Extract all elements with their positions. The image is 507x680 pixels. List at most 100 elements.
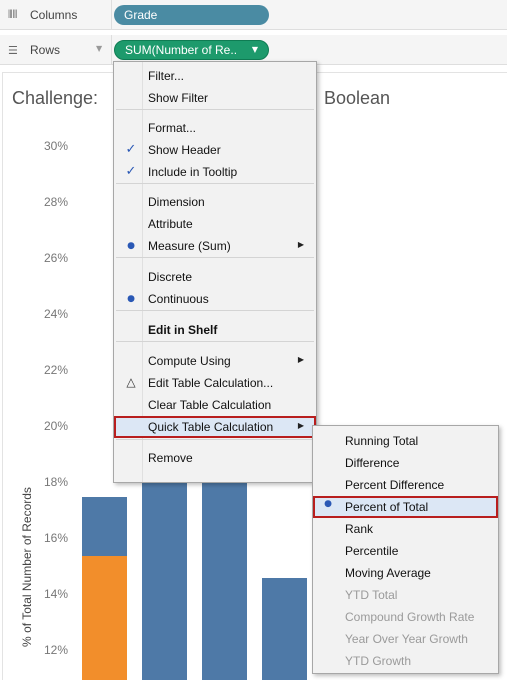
y-tick-label: 14% bbox=[43, 587, 68, 601]
grade-pill[interactable]: Grade bbox=[114, 5, 269, 25]
menu-item-label: Continuous bbox=[148, 292, 209, 306]
columns-icon: ⫴⫴ bbox=[8, 8, 18, 21]
submenu-item-ytd-growth: YTD Growth bbox=[313, 650, 498, 672]
bar-2-segment-blue[interactable] bbox=[142, 477, 187, 680]
sheet-title-left: Challenge: bbox=[12, 88, 99, 108]
menu-item-format[interactable]: Format... bbox=[114, 117, 316, 139]
sum-number-of-records-pill[interactable]: SUM(Number of Re.. ▼ bbox=[114, 40, 269, 60]
y-tick-label: 18% bbox=[43, 475, 68, 489]
menu-item-label: Attribute bbox=[148, 217, 193, 231]
submenu-item-compound-growth-rate: Compound Growth Rate bbox=[313, 606, 498, 628]
submenu-arrow-icon: ▶ bbox=[297, 240, 304, 249]
columns-shelf-label: ⫴⫴ Columns bbox=[0, 0, 112, 30]
quick-table-calculation-submenu: Running Total Difference Percent Differenc… bbox=[312, 425, 499, 674]
columns-shelf: ⫴⫴ Columns Grade bbox=[0, 0, 507, 30]
menu-item-edit-table-calculation[interactable]: △ Edit Table Calculation... bbox=[114, 372, 316, 394]
rows-label: Rows bbox=[30, 43, 61, 57]
submenu-item-label: Rank bbox=[345, 522, 374, 536]
menu-item-compute-using[interactable]: Compute Using ▶ bbox=[114, 350, 316, 372]
submenu-item-difference[interactable]: Difference bbox=[313, 452, 498, 474]
bar-1-segment-blue[interactable] bbox=[82, 497, 127, 556]
submenu-item-label: Compound Growth Rate bbox=[345, 610, 475, 624]
submenu-item-running-total[interactable]: Running Total bbox=[313, 430, 498, 452]
grade-pill-label: Grade bbox=[124, 8, 158, 22]
menu-item-label: Dimension bbox=[148, 195, 205, 209]
checkmark-icon: ✓ bbox=[125, 142, 137, 157]
submenu-item-ytd-total: YTD Total bbox=[313, 584, 498, 606]
submenu-item-percentile[interactable]: Percentile bbox=[313, 540, 498, 562]
delta-icon: △ bbox=[126, 375, 136, 389]
menu-item-label: Discrete bbox=[148, 270, 193, 284]
menu-item-include-in-tooltip[interactable]: ✓ Include in Tooltip bbox=[114, 161, 316, 183]
y-tick-label: 30% bbox=[43, 139, 68, 153]
submenu-item-label: YTD Total bbox=[345, 588, 398, 602]
menu-separator bbox=[116, 183, 314, 184]
submenu-item-percent-difference[interactable]: Percent Difference bbox=[313, 474, 498, 496]
menu-item-label: Filter... bbox=[148, 69, 185, 83]
y-tick-label: 16% bbox=[43, 531, 68, 545]
menu-item-label: Compute Using bbox=[148, 354, 231, 368]
submenu-item-percent-of-total[interactable]: ● Percent of Total bbox=[313, 496, 498, 518]
menu-item-edit-in-shelf[interactable]: Edit in Shelf bbox=[114, 319, 316, 341]
submenu-item-label: Running Total bbox=[345, 434, 419, 448]
menu-item-label: Remove bbox=[148, 451, 193, 465]
field-context-menu: Filter... Show Filter Format... ✓ Show Heade… bbox=[113, 61, 317, 483]
submenu-arrow-icon: ▶ bbox=[297, 421, 304, 430]
menu-item-label: Show Header bbox=[148, 143, 221, 157]
menu-item-filter[interactable]: Filter... bbox=[114, 65, 316, 87]
radio-dot-icon: ● bbox=[127, 241, 135, 251]
menu-item-remove[interactable]: Remove bbox=[114, 447, 316, 469]
submenu-item-label: Percent Difference bbox=[345, 478, 445, 492]
submenu-item-label: YTD Growth bbox=[345, 654, 412, 668]
menu-item-show-header[interactable]: ✓ Show Header bbox=[114, 139, 316, 161]
bar-1-segment-orange[interactable] bbox=[82, 555, 127, 680]
y-tick-label: 20% bbox=[43, 419, 68, 433]
checkmark-icon: ✓ bbox=[125, 164, 137, 179]
columns-label: Columns bbox=[30, 8, 78, 22]
submenu-item-label: Percent of Total bbox=[345, 500, 429, 514]
radio-dot-icon: ● bbox=[324, 499, 332, 509]
menu-item-continuous[interactable]: ● Continuous bbox=[114, 288, 316, 310]
pill-dropdown-icon[interactable]: ▼ bbox=[252, 45, 258, 54]
y-tick-label: 24% bbox=[43, 307, 68, 321]
submenu-arrow-icon: ▶ bbox=[297, 355, 304, 364]
submenu-item-label: Percentile bbox=[345, 544, 399, 558]
menu-item-label: Quick Table Calculation bbox=[148, 420, 274, 434]
rows-shelf-label: ☰ Rows ▼ bbox=[0, 35, 112, 65]
menu-separator bbox=[116, 257, 314, 258]
menu-item-label: Measure (Sum) bbox=[148, 239, 231, 253]
submenu-item-label: Year Over Year Growth bbox=[345, 632, 468, 646]
y-tick-label: 12% bbox=[43, 643, 68, 657]
menu-item-dimension[interactable]: Dimension bbox=[114, 191, 316, 213]
rows-shelf-dropdown-icon[interactable]: ▼ bbox=[96, 44, 102, 53]
y-axis-label: % of Total Number of Records bbox=[20, 487, 34, 647]
bar-3-segment-blue[interactable] bbox=[202, 477, 247, 680]
menu-item-attribute[interactable]: Attribute bbox=[114, 213, 316, 235]
y-tick-label: 22% bbox=[43, 363, 68, 377]
menu-item-label: Show Filter bbox=[148, 91, 209, 105]
menu-item-show-filter[interactable]: Show Filter bbox=[114, 87, 316, 109]
menu-separator bbox=[116, 439, 314, 440]
submenu-item-label: Moving Average bbox=[345, 566, 431, 580]
menu-item-label: Edit Table Calculation... bbox=[148, 376, 274, 390]
menu-item-measure-sum[interactable]: ● Measure (Sum) ▶ bbox=[114, 235, 316, 257]
menu-item-label: Format... bbox=[148, 121, 197, 135]
submenu-item-moving-average[interactable]: Moving Average bbox=[313, 562, 498, 584]
menu-item-label: Clear Table Calculation bbox=[148, 398, 272, 412]
menu-item-quick-table-calculation[interactable]: Quick Table Calculation ▶ bbox=[114, 416, 316, 438]
menu-separator bbox=[116, 310, 314, 311]
submenu-item-label: Difference bbox=[345, 456, 400, 470]
menu-separator bbox=[116, 109, 314, 110]
submenu-item-rank[interactable]: Rank bbox=[313, 518, 498, 540]
menu-item-clear-table-calculation[interactable]: Clear Table Calculation bbox=[114, 394, 316, 416]
y-tick-label: 26% bbox=[43, 251, 68, 265]
sum-pill-label: SUM(Number of Re.. bbox=[125, 43, 238, 57]
menu-item-label: Include in Tooltip bbox=[148, 165, 238, 179]
submenu-item-year-over-year-growth: Year Over Year Growth bbox=[313, 628, 498, 650]
sheet-title-right: Boolean bbox=[324, 88, 391, 108]
menu-item-discrete[interactable]: Discrete bbox=[114, 266, 316, 288]
bar-4-segment-blue[interactable] bbox=[262, 578, 307, 680]
y-tick-label: 28% bbox=[43, 195, 68, 209]
menu-separator bbox=[116, 341, 314, 342]
menu-item-label: Edit in Shelf bbox=[148, 323, 218, 337]
